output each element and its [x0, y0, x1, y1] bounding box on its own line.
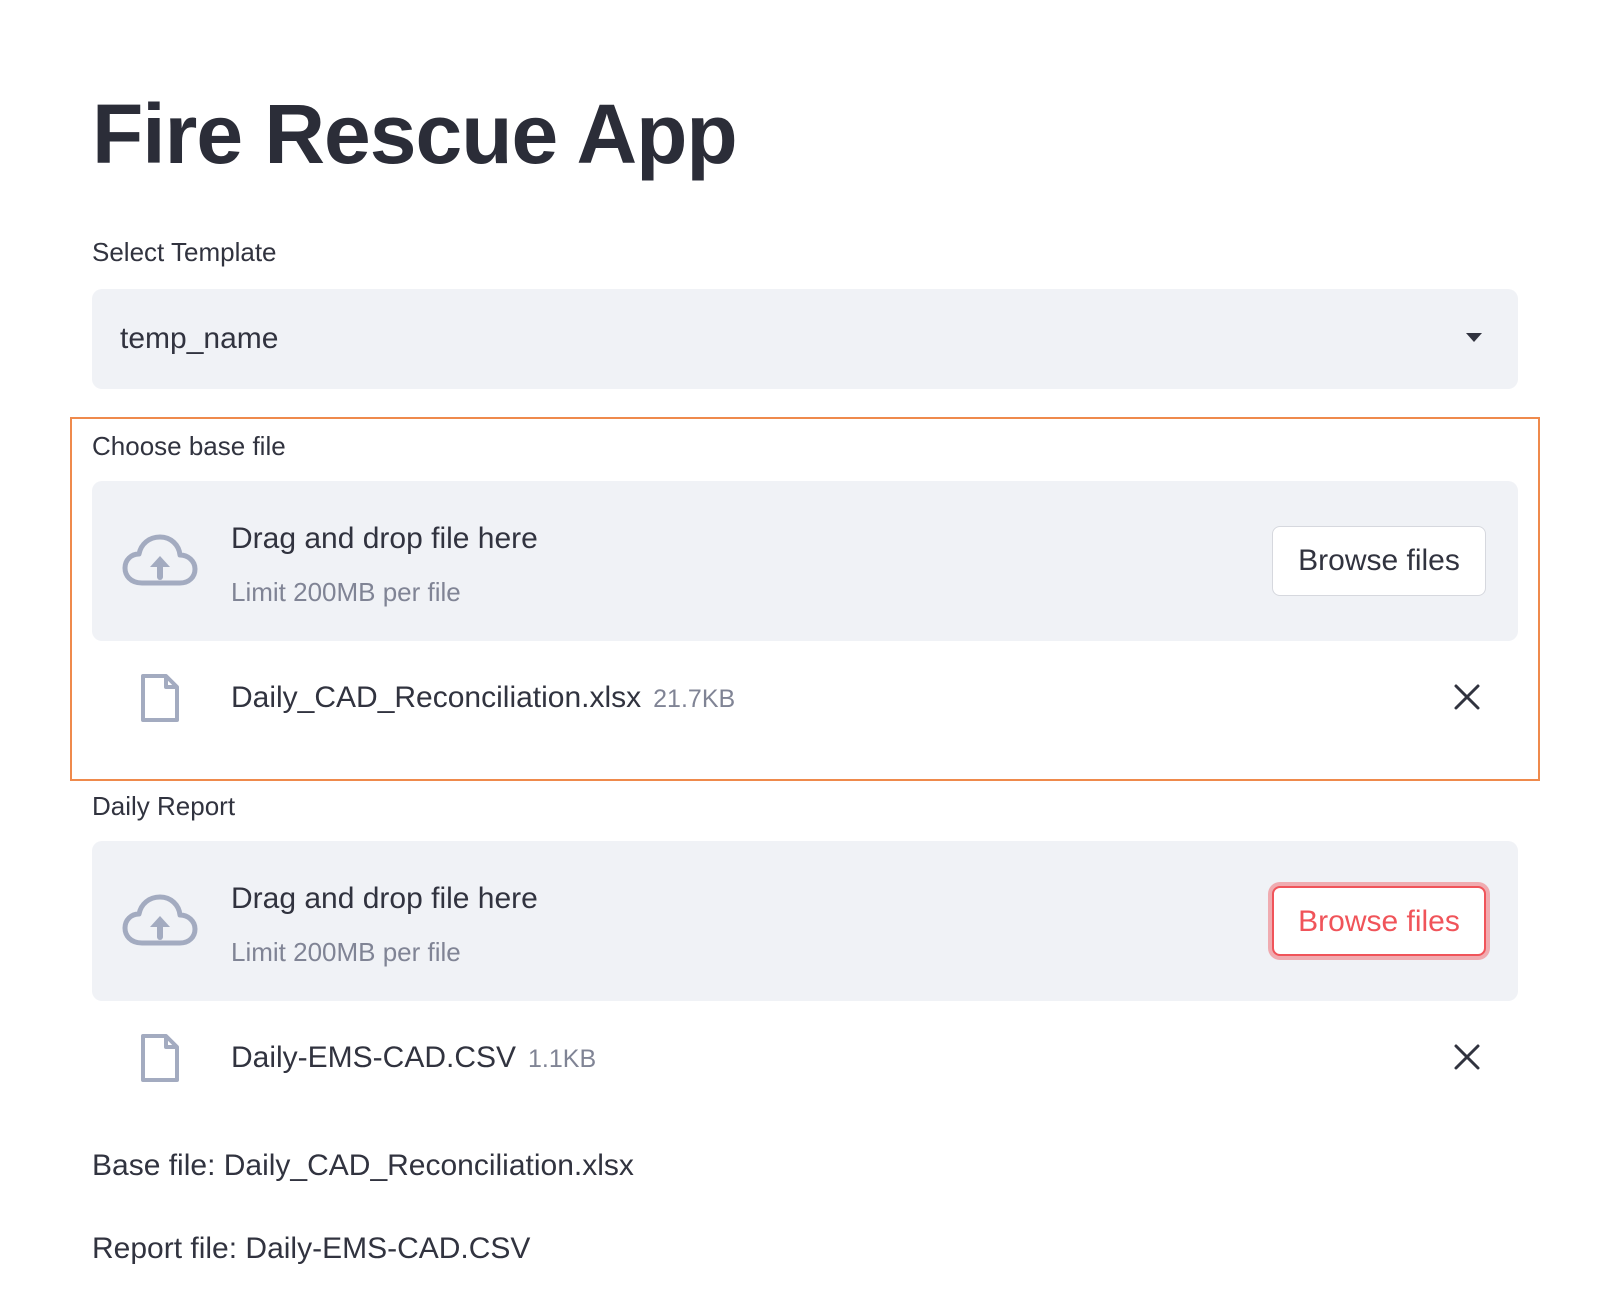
template-select-value: temp_name — [120, 322, 279, 355]
report-uploaded-file-row: Daily-EMS-CAD.CSV 1.1KB — [92, 1024, 1518, 1094]
base-dropzone-limit: Limit 200MB per file — [231, 577, 461, 607]
report-file-size: 1.1KB — [528, 1045, 597, 1073]
report-browse-files-button[interactable]: Browse files — [1272, 886, 1486, 956]
chevron-down-icon[interactable] — [1466, 333, 1482, 342]
close-icon[interactable] — [1452, 682, 1482, 712]
report-dropzone-limit: Limit 200MB per file — [231, 937, 461, 967]
page-title: Fire Rescue App — [92, 87, 738, 181]
file-icon — [141, 1034, 179, 1082]
file-icon — [141, 674, 179, 722]
base-file-result: Base file: Daily_CAD_Reconciliation.xlsx — [92, 1149, 634, 1182]
report-file-result: Report file: Daily-EMS-CAD.CSV — [92, 1232, 531, 1265]
daily-report-label: Daily Report — [92, 791, 236, 821]
base-file-dropzone[interactable]: Drag and drop file here Limit 200MB per … — [92, 481, 1518, 641]
base-file-name: Daily_CAD_Reconciliation.xlsx — [231, 681, 642, 714]
base-uploaded-file-row: Daily_CAD_Reconciliation.xlsx 21.7KB — [92, 664, 1518, 734]
report-file-dropzone[interactable]: Drag and drop file here Limit 200MB per … — [92, 841, 1518, 1001]
close-icon[interactable] — [1452, 1042, 1482, 1072]
report-file-name: Daily-EMS-CAD.CSV — [231, 1041, 517, 1074]
report-dropzone-title: Drag and drop file here — [231, 882, 538, 915]
template-select[interactable]: temp_name — [92, 289, 1518, 389]
cloud-upload-icon — [122, 534, 198, 586]
base-file-label: Choose base file — [92, 431, 286, 461]
template-select-label: Select Template — [92, 237, 277, 267]
base-file-size: 21.7KB — [653, 685, 736, 713]
base-browse-files-button[interactable]: Browse files — [1272, 526, 1486, 596]
cloud-upload-icon — [122, 894, 198, 946]
base-dropzone-title: Drag and drop file here — [231, 522, 538, 555]
